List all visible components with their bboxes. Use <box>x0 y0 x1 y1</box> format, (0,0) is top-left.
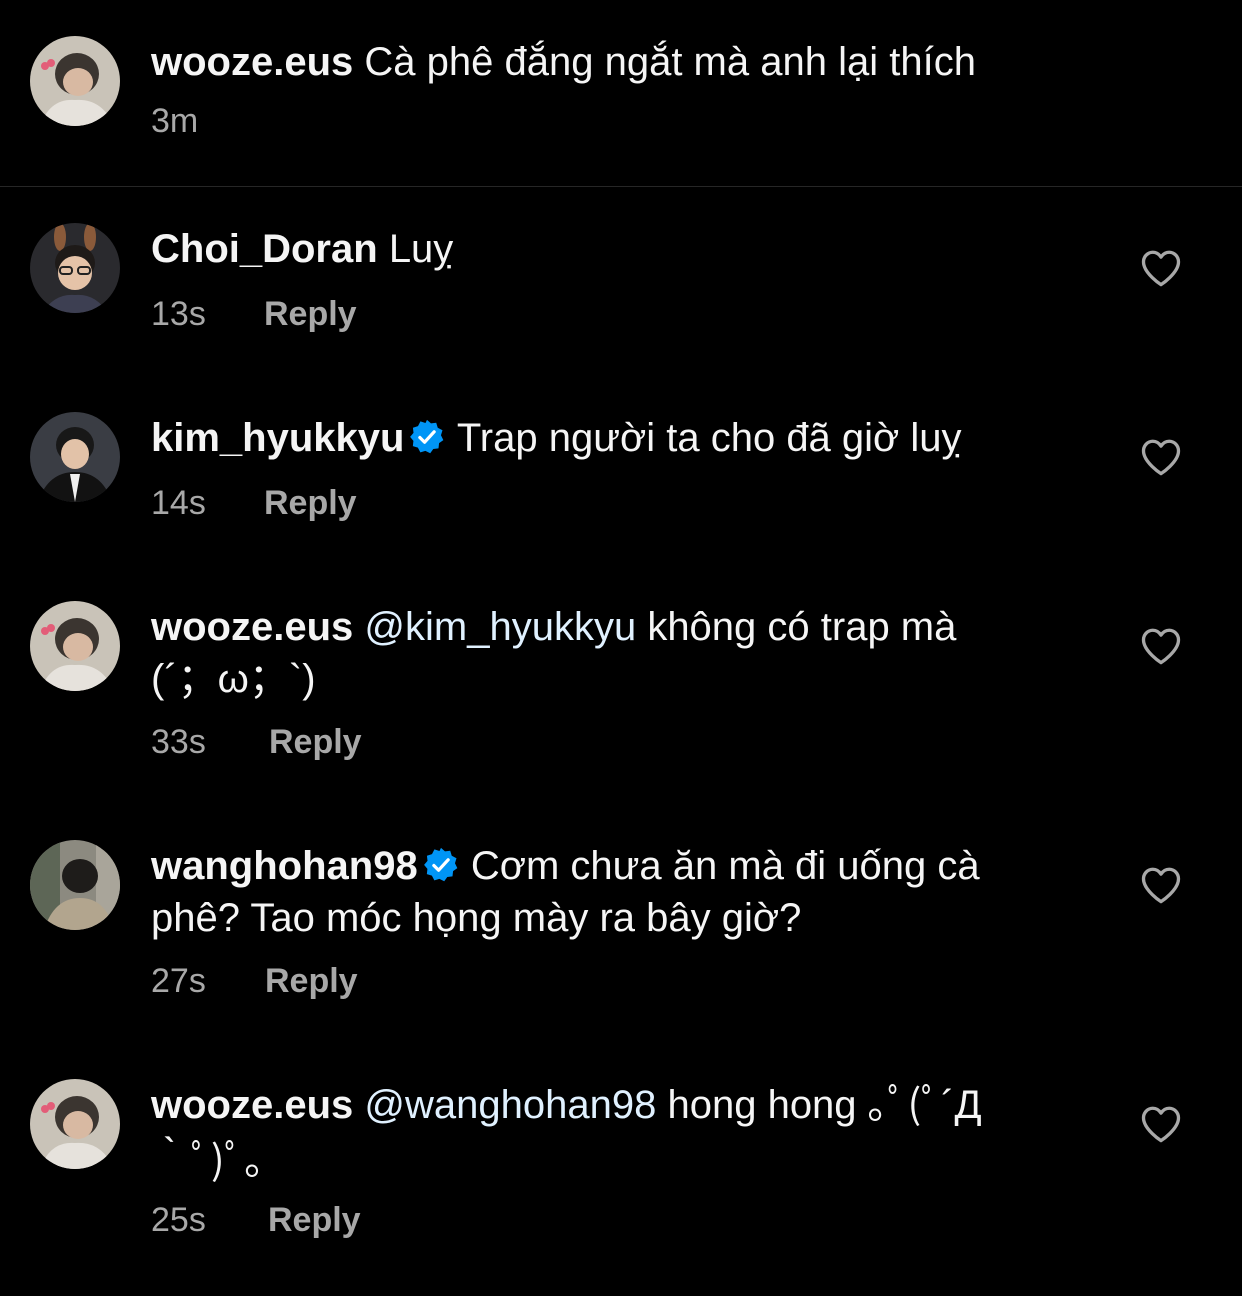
avatar[interactable] <box>30 36 120 126</box>
comment-text: Choi_Doran Luỵ <box>151 224 453 274</box>
reply-button[interactable]: Reply <box>264 483 357 523</box>
comment-time: 27s <box>151 962 206 1000</box>
comment-text-continued: phê? Tao móc họng mày ra bây giờ? <box>151 896 802 940</box>
heart-icon[interactable] <box>1140 626 1182 666</box>
avatar[interactable] <box>30 223 120 313</box>
caption-time: 3m <box>151 102 199 140</box>
verified-badge-icon <box>423 847 458 882</box>
avatar[interactable] <box>30 840 120 930</box>
caption-username[interactable]: wooze.eus <box>151 40 353 84</box>
comment-time: 14s <box>151 484 206 522</box>
heart-icon[interactable] <box>1140 1104 1182 1144</box>
comment-text: kim_hyukkyu Trap người ta cho đã giờ luỵ <box>151 413 962 463</box>
heart-icon[interactable] <box>1140 248 1182 288</box>
avatar[interactable] <box>30 1079 120 1169</box>
comment-body: không có trap mà <box>647 605 957 649</box>
reply-button[interactable]: Reply <box>264 294 357 334</box>
comment-body: Trap người ta cho đã giờ luỵ <box>456 416 962 460</box>
mention-link[interactable]: @kim_hyukkyu <box>364 605 636 649</box>
reply-button[interactable]: Reply <box>268 1200 361 1240</box>
caption-text: wooze.eus Cà phê đắng ngắt mà anh lại th… <box>151 37 976 87</box>
comment-text: wooze.eus @wanghohan98 hong hong ｡ﾟ(ﾟ´Д <box>151 1080 982 1130</box>
comment-time: 25s <box>151 1201 206 1239</box>
comment-text-continued: (´；ω；`) <box>151 657 316 701</box>
comment-username[interactable]: wooze.eus <box>151 1083 353 1127</box>
heart-icon[interactable] <box>1140 865 1182 905</box>
post-caption: wooze.eus Cà phê đắng ngắt mà anh lại th… <box>0 0 1242 187</box>
comment-body: Luỵ <box>388 227 454 271</box>
comment-username[interactable]: wanghohan98 <box>151 844 418 888</box>
reply-button[interactable]: Reply <box>265 961 358 1001</box>
comment-time: 33s <box>151 723 206 761</box>
comment-body: Cơm chưa ăn mà đi uống cà <box>470 844 980 888</box>
comment-body: hong hong ｡ﾟ(ﾟ´Д <box>667 1083 982 1127</box>
heart-icon[interactable] <box>1140 437 1182 477</box>
verified-badge-icon <box>410 419 444 454</box>
comment-text: wanghohan98 Cơm chưa ăn mà đi uống cà <box>151 841 980 891</box>
comment-username[interactable]: wooze.eus <box>151 605 353 649</box>
mention-link[interactable]: @wanghohan98 <box>364 1083 656 1127</box>
avatar[interactable] <box>30 412 120 502</box>
comment-username[interactable]: Choi_Doran <box>151 227 378 271</box>
comment-time: 13s <box>151 295 206 333</box>
avatar[interactable] <box>30 601 120 691</box>
reply-button[interactable]: Reply <box>269 722 362 762</box>
comment-text-continued: ｀ﾟ)ﾟ｡ <box>151 1139 265 1183</box>
comment-text: wooze.eus @kim_hyukkyu không có trap mà <box>151 602 956 652</box>
caption-body: Cà phê đắng ngắt mà anh lại thích <box>364 40 976 84</box>
comment-username[interactable]: kim_hyukkyu <box>151 416 404 460</box>
